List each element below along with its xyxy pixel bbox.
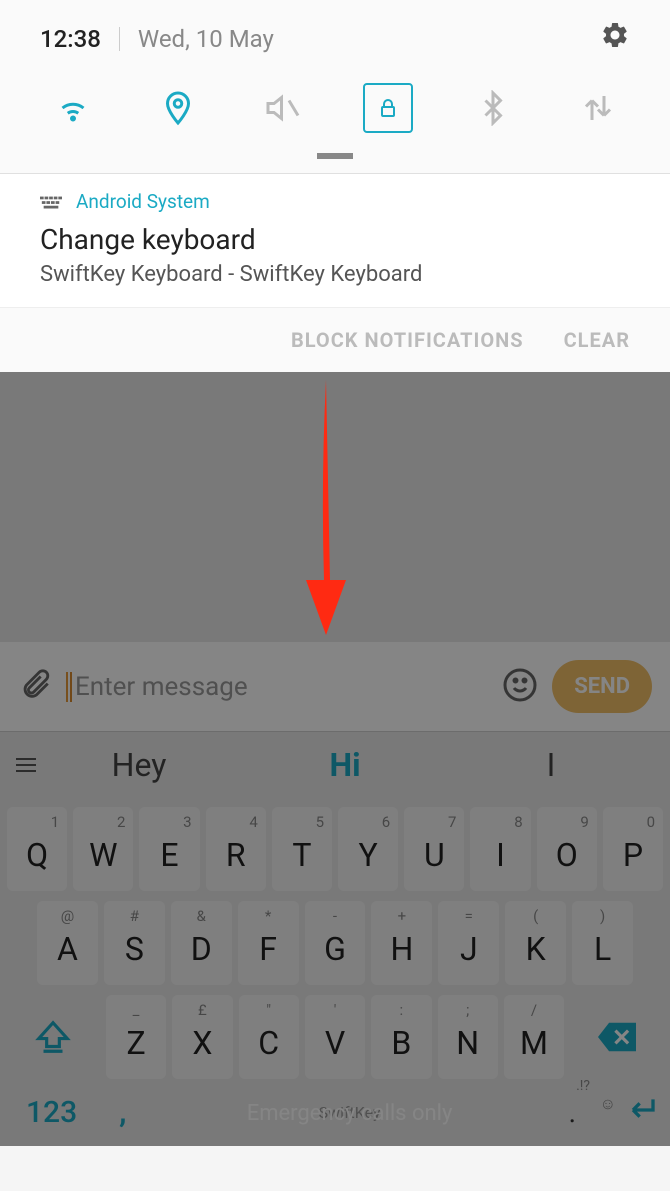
- key-w[interactable]: 2W: [73, 807, 133, 891]
- clock-time: 12:38: [40, 25, 101, 53]
- key-q[interactable]: 1Q: [7, 807, 67, 891]
- key-k[interactable]: (K: [505, 901, 566, 985]
- notification-actions: BLOCK NOTIFICATIONS CLEAR: [0, 307, 670, 372]
- key-h[interactable]: +H: [371, 901, 432, 985]
- message-thread-area[interactable]: [0, 372, 670, 642]
- key-j[interactable]: =J: [438, 901, 499, 985]
- key-p[interactable]: 0P: [603, 807, 663, 891]
- key-r[interactable]: 4R: [206, 807, 266, 891]
- background-app-dimmed: Enter message SEND Hey Hi I 1Q2W3E4R5T6Y…: [0, 372, 670, 1146]
- suggestion-1[interactable]: Hey: [36, 746, 242, 784]
- divider: [119, 27, 120, 51]
- clear-notifications-button[interactable]: CLEAR: [564, 328, 630, 352]
- key-u[interactable]: 7U: [404, 807, 464, 891]
- block-notifications-button[interactable]: BLOCK NOTIFICATIONS: [291, 328, 524, 352]
- suggestion-2[interactable]: Hi: [242, 746, 448, 784]
- key-d[interactable]: &D: [171, 901, 232, 985]
- period-key[interactable]: .!? .: [549, 1096, 596, 1129]
- location-icon[interactable]: [153, 83, 203, 133]
- attachment-icon[interactable]: [18, 668, 52, 706]
- message-input[interactable]: Enter message: [66, 672, 488, 702]
- key-o[interactable]: 9O: [537, 807, 597, 891]
- key-n[interactable]: ;N: [438, 995, 498, 1079]
- status-date: Wed, 10 May: [138, 25, 274, 53]
- data-transfer-icon[interactable]: [573, 83, 623, 133]
- comma-key[interactable]: ,: [95, 1095, 150, 1130]
- settings-gear-icon[interactable]: [600, 20, 630, 57]
- keyboard-suggestion-bar: Hey Hi I: [0, 731, 670, 798]
- rotation-lock-icon[interactable]: [363, 83, 413, 133]
- wifi-icon[interactable]: [48, 83, 98, 133]
- key-t[interactable]: 5T: [272, 807, 332, 891]
- key-v[interactable]: 'V: [305, 995, 365, 1079]
- notification-card[interactable]: Android System Change keyboard SwiftKey …: [0, 173, 670, 307]
- keyboard-menu-icon[interactable]: [16, 758, 36, 772]
- key-e[interactable]: 3E: [139, 807, 199, 891]
- key-i[interactable]: 8I: [470, 807, 530, 891]
- notification-app-name: Android System: [76, 190, 210, 213]
- emoji-icon[interactable]: [502, 667, 538, 707]
- key-a[interactable]: @A: [37, 901, 98, 985]
- notification-body: SwiftKey Keyboard - SwiftKey Keyboard: [40, 262, 630, 287]
- mute-icon[interactable]: [258, 83, 308, 133]
- keyboard-row-3: _Z£X"C'V:B;N/M: [4, 992, 666, 1082]
- send-button[interactable]: SEND: [552, 660, 652, 713]
- key-b[interactable]: :B: [371, 995, 431, 1079]
- key-g[interactable]: -G: [305, 901, 366, 985]
- emergency-calls-label: Emergency calls only: [247, 1101, 453, 1126]
- notification-title: Change keyboard: [40, 223, 630, 256]
- keyboard-row-1: 1Q2W3E4R5T6Y7U8I9O0P: [4, 804, 666, 894]
- numeric-key[interactable]: 123: [8, 1095, 95, 1130]
- key-m[interactable]: /M: [504, 995, 564, 1079]
- key-z[interactable]: _Z: [106, 995, 166, 1079]
- key-x[interactable]: £X: [172, 995, 232, 1079]
- backspace-key[interactable]: [570, 995, 663, 1079]
- compose-bar: Enter message SEND: [0, 642, 670, 731]
- keyboard-row-2: @A#S&D*F-G+H=J(K)L: [4, 898, 666, 988]
- keyboard: 1Q2W3E4R5T6Y7U8I9O0P @A#S&D*F-G+H=J(K)L …: [0, 798, 670, 1146]
- spacebar-key[interactable]: SwiftKey Emergency calls only: [151, 1103, 549, 1122]
- notification-app-row: Android System: [40, 190, 630, 213]
- bluetooth-icon[interactable]: [468, 83, 518, 133]
- key-l[interactable]: )L: [572, 901, 633, 985]
- shift-key[interactable]: [7, 995, 100, 1079]
- key-f[interactable]: *F: [238, 901, 299, 985]
- keyboard-bottom-row: 123 , SwiftKey Emergency calls only .!? …: [4, 1086, 666, 1146]
- keyboard-app-icon: [40, 195, 62, 209]
- key-c[interactable]: "C: [239, 995, 299, 1079]
- key-y[interactable]: 6Y: [338, 807, 398, 891]
- panel-drag-handle[interactable]: [0, 153, 670, 173]
- suggestion-3[interactable]: I: [448, 746, 654, 784]
- key-s[interactable]: #S: [104, 901, 165, 985]
- status-bar: 12:38 Wed, 10 May: [0, 0, 670, 67]
- quick-settings-row: [0, 67, 670, 153]
- enter-key[interactable]: [620, 1094, 662, 1130]
